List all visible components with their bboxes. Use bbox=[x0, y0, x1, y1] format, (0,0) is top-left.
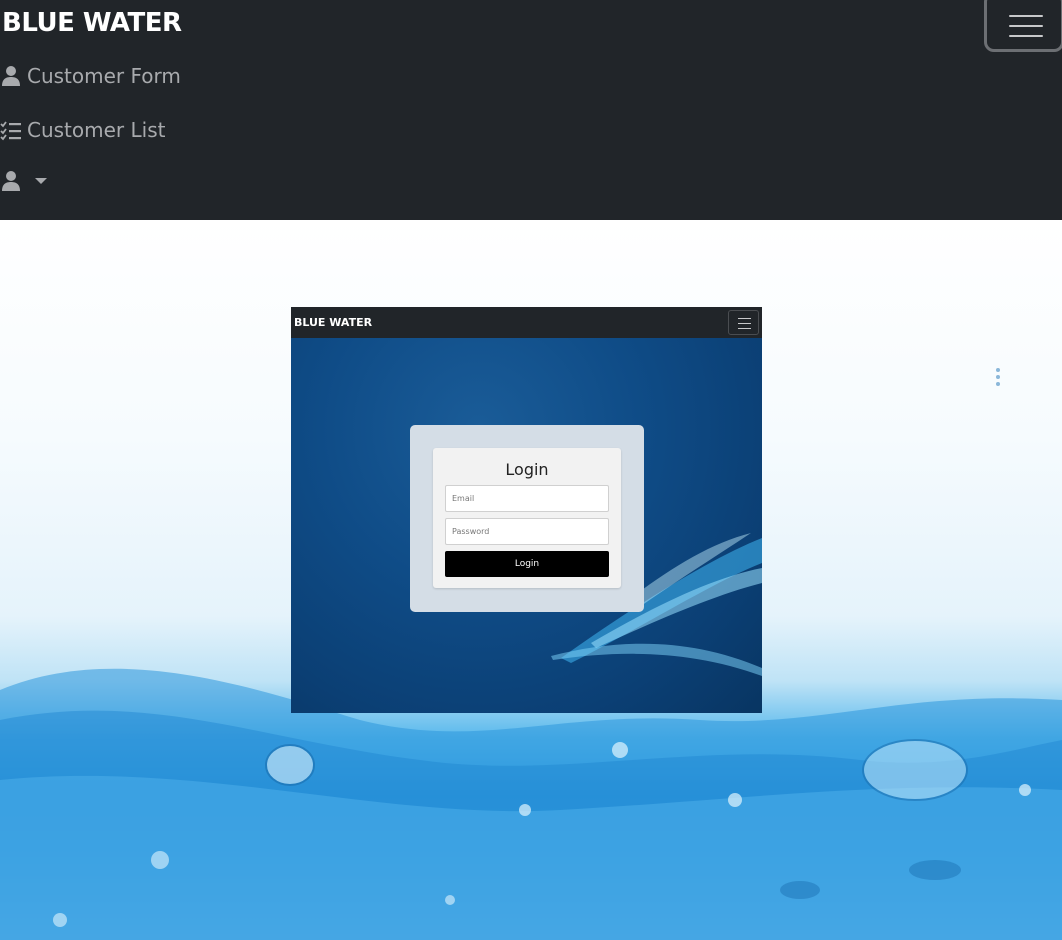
nav-link-customer-list[interactable]: Customer List bbox=[0, 118, 165, 142]
login-title: Login bbox=[505, 460, 549, 479]
password-field[interactable] bbox=[445, 518, 609, 545]
login-panel: Login Login bbox=[410, 425, 644, 612]
embedded-navbar-brand: BLUE WATER bbox=[294, 316, 373, 329]
main-navbar: BLUE WATER Customer Form Customer List bbox=[0, 0, 1062, 220]
embedded-hamburger-icon bbox=[728, 310, 759, 335]
login-card: Login Login bbox=[433, 448, 621, 588]
user-dropdown-toggle[interactable] bbox=[0, 170, 47, 192]
email-field[interactable] bbox=[445, 485, 609, 512]
checklist-icon bbox=[0, 121, 21, 141]
login-button[interactable]: Login bbox=[445, 551, 609, 577]
nav-link-customer-form[interactable]: Customer Form bbox=[0, 64, 181, 88]
vertical-dots-decoration bbox=[996, 368, 1000, 388]
navbar-toggler-button[interactable] bbox=[984, 0, 1062, 52]
user-icon bbox=[2, 66, 20, 86]
hamburger-icon bbox=[1009, 15, 1043, 37]
user-icon bbox=[2, 171, 20, 191]
navbar-brand[interactable]: BLUE WATER bbox=[2, 8, 182, 38]
nav-link-label: Customer List bbox=[27, 118, 166, 142]
embedded-navbar: BLUE WATER bbox=[291, 307, 762, 338]
nav-link-label: Customer Form bbox=[27, 64, 181, 88]
caret-down-icon bbox=[35, 178, 47, 184]
embedded-login-screenshot: BLUE WATER Login Login bbox=[291, 307, 762, 713]
